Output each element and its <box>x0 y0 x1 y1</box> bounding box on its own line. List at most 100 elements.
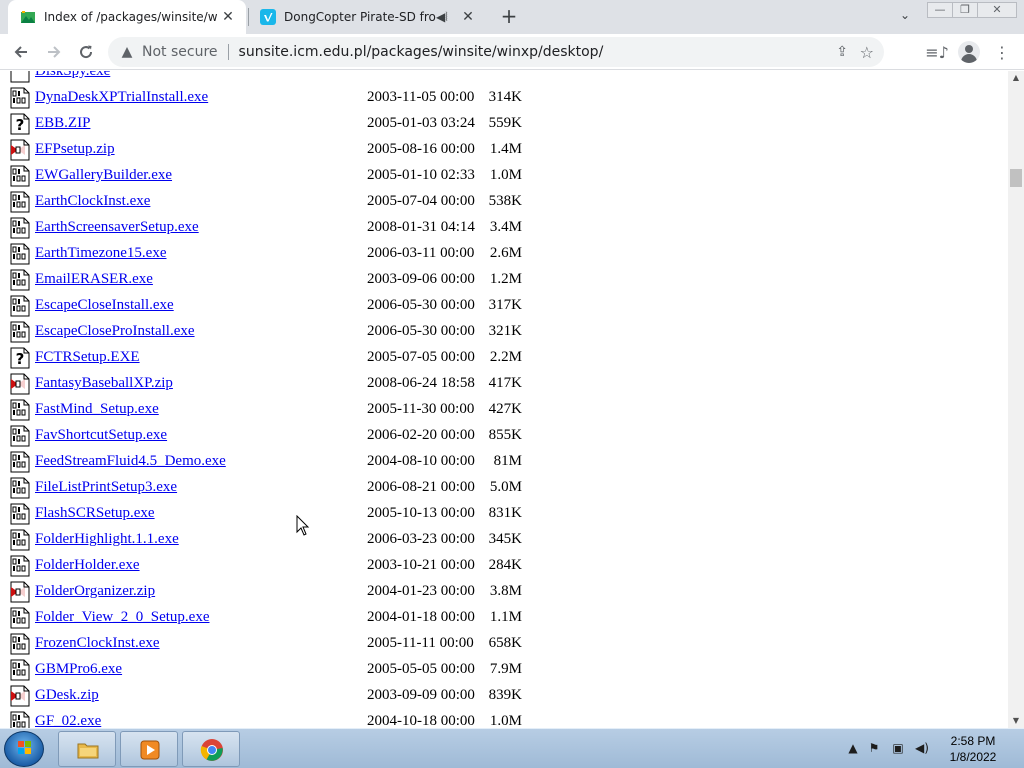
scrollbar-thumb[interactable] <box>1010 169 1022 187</box>
tab-search-chevron-icon[interactable]: ⌄ <box>895 8 915 26</box>
binary-file-icon <box>10 269 30 291</box>
file-link[interactable]: Folder_View_2_0_Setup.exe <box>35 609 210 626</box>
list-item: EscapeCloseInstall.exe 2006-05-30 00:00 31… <box>0 292 1008 318</box>
binary-file-icon <box>10 451 30 473</box>
file-size: 1.4M <box>489 141 522 157</box>
system-clock[interactable]: 2:58 PM 1/8/2022 <box>933 733 1013 765</box>
file-link[interactable]: EmailERASER.exe <box>35 271 153 288</box>
taskbar-media-player-button[interactable] <box>120 731 178 767</box>
browser-toolbar: ▲ Not secure sunsite.icm.edu.pl/packages… <box>0 34 1024 70</box>
list-item: GBMPro6.exe 2005-05-05 00:00 7.9M <box>0 656 1008 682</box>
file-link[interactable]: EarthScreensaverSetup.exe <box>35 219 199 236</box>
svg-text:?: ? <box>16 116 25 134</box>
file-link[interactable]: EscapeCloseProInstall.exe <box>35 323 195 340</box>
unknown-file-icon: ? <box>10 347 30 369</box>
show-hidden-icons-arrow-icon[interactable]: ▲ <box>845 741 861 757</box>
file-link[interactable]: FolderHolder.exe <box>35 557 140 574</box>
file-link[interactable]: EscapeCloseInstall.exe <box>35 297 174 314</box>
reload-icon <box>80 45 93 59</box>
binary-file-icon <box>10 529 30 551</box>
file-size: 417K <box>488 375 522 391</box>
tab-close-icon[interactable]: ✕ <box>458 7 478 27</box>
file-date: 2004-10-18 00:00 <box>367 713 475 728</box>
file-link[interactable]: FrozenClockInst.exe <box>35 635 160 652</box>
file-link[interactable]: FolderHighlight.1.1.exe <box>35 531 179 548</box>
list-item: GF_02.exe 2004-10-18 00:00 1.0M <box>0 708 1008 728</box>
vimeo-favicon-icon <box>260 9 276 25</box>
file-link[interactable]: DynaDeskXPTrialInstall.exe <box>35 89 208 106</box>
warning-triangle-icon[interactable]: ▲ <box>118 44 136 60</box>
scroll-down-arrow-icon[interactable]: ▼ <box>1008 714 1024 728</box>
file-link[interactable]: GDesk.zip <box>35 687 99 704</box>
file-link[interactable]: FantasyBaseballXP.zip <box>35 375 173 392</box>
url-text[interactable]: sunsite.icm.edu.pl/packages/winsite/winx… <box>239 44 604 60</box>
security-label[interactable]: Not secure <box>142 44 218 60</box>
file-link[interactable]: FeedStreamFluid4.5_Demo.exe <box>35 453 226 470</box>
arrow-right-icon <box>48 46 61 58</box>
taskbar-chrome-button[interactable] <box>182 731 240 767</box>
tab-index-packages[interactable]: Index of /packages/winsite/winxp ✕ <box>8 0 246 34</box>
restore-button[interactable]: ❐ <box>952 2 978 18</box>
scroll-up-arrow-icon[interactable]: ▲ <box>1008 71 1024 85</box>
file-size: 2.6M <box>489 245 522 261</box>
forward-button[interactable] <box>42 40 66 64</box>
tab-divider <box>248 8 249 26</box>
start-button[interactable] <box>4 731 44 767</box>
binary-file-icon <box>10 633 30 655</box>
volume-icon[interactable]: ◀) <box>914 741 930 757</box>
profile-button[interactable] <box>957 40 981 64</box>
binary-file-icon <box>10 477 30 499</box>
binary-file-icon <box>10 711 30 728</box>
close-window-button[interactable]: ✕ <box>977 2 1017 18</box>
back-button[interactable] <box>9 40 33 64</box>
menu-kebab-icon[interactable]: ⋮ <box>990 40 1014 64</box>
minimize-button[interactable]: — <box>927 2 953 18</box>
file-size: 658K <box>488 635 522 651</box>
share-icon[interactable]: ⇪ <box>836 44 848 60</box>
file-link[interactable]: DiskSpy.exe <box>35 71 110 80</box>
compressed-file-icon <box>10 373 30 395</box>
file-link[interactable]: GF_02.exe <box>35 713 101 728</box>
reload-button[interactable] <box>74 40 98 64</box>
file-link[interactable]: EBB.ZIP <box>35 115 90 132</box>
new-tab-button[interactable]: + <box>497 6 521 28</box>
binary-file-icon <box>10 555 30 577</box>
media-control-icon[interactable]: ≡♪ <box>925 40 949 64</box>
list-item: FeedStreamFluid4.5_Demo.exe 2004-08-10 00… <box>0 448 1008 474</box>
file-link[interactable]: FlashSCRSetup.exe <box>35 505 155 522</box>
file-date: 2005-10-13 00:00 <box>367 505 475 521</box>
file-date: 2005-08-16 00:00 <box>367 141 475 157</box>
speaker-icon[interactable]: ◀⦚ <box>436 10 452 25</box>
binary-file-icon <box>10 503 30 525</box>
file-link[interactable]: EFPsetup.zip <box>35 141 115 158</box>
file-link[interactable]: EWGalleryBuilder.exe <box>35 167 172 184</box>
action-center-flag-icon[interactable]: ⚑ <box>866 741 882 757</box>
list-item: EscapeCloseProInstall.exe 2006-05-30 00:0… <box>0 318 1008 344</box>
address-bar[interactable]: ▲ Not secure sunsite.icm.edu.pl/packages… <box>108 37 884 67</box>
file-size: 321K <box>488 323 522 339</box>
file-link[interactable]: GBMPro6.exe <box>35 661 122 678</box>
file-date: 2005-01-10 02:33 <box>367 167 475 183</box>
file-date: 2008-06-24 18:58 <box>367 375 475 391</box>
file-link[interactable]: FileListPrintSetup3.exe <box>35 479 177 496</box>
network-icon[interactable]: ▣ <box>890 741 906 757</box>
list-item: EarthClockInst.exe 2005-07-04 00:00 538K <box>0 188 1008 214</box>
list-item: FolderOrganizer.zip 2004-01-23 00:00 3.8M <box>0 578 1008 604</box>
file-size: 81M <box>493 453 522 469</box>
file-link[interactable]: FCTRSetup.EXE <box>35 349 140 366</box>
bookmark-star-icon[interactable]: ☆ <box>860 43 874 62</box>
tab-dongcopter[interactable]: DongCopter Pirate-SD from ◀⦚ ✕ <box>250 0 486 34</box>
mouse-cursor-icon <box>296 515 310 536</box>
file-link[interactable]: EarthClockInst.exe <box>35 193 150 210</box>
clock-time: 2:58 PM <box>950 734 996 748</box>
binary-file-icon <box>10 425 30 447</box>
file-link[interactable]: FolderOrganizer.zip <box>35 583 155 600</box>
file-link[interactable]: EarthTimezone15.exe <box>35 245 167 262</box>
omnibox-divider <box>227 44 229 60</box>
file-link[interactable]: FastMind_Setup.exe <box>35 401 159 418</box>
file-date: 2005-11-11 00:00 <box>367 635 474 651</box>
taskbar-explorer-button[interactable] <box>58 731 116 767</box>
file-link[interactable]: FavShortcutSetup.exe <box>35 427 167 444</box>
tab-close-icon[interactable]: ✕ <box>218 7 238 27</box>
vertical-scrollbar[interactable]: ▲ ▼ <box>1008 71 1024 728</box>
